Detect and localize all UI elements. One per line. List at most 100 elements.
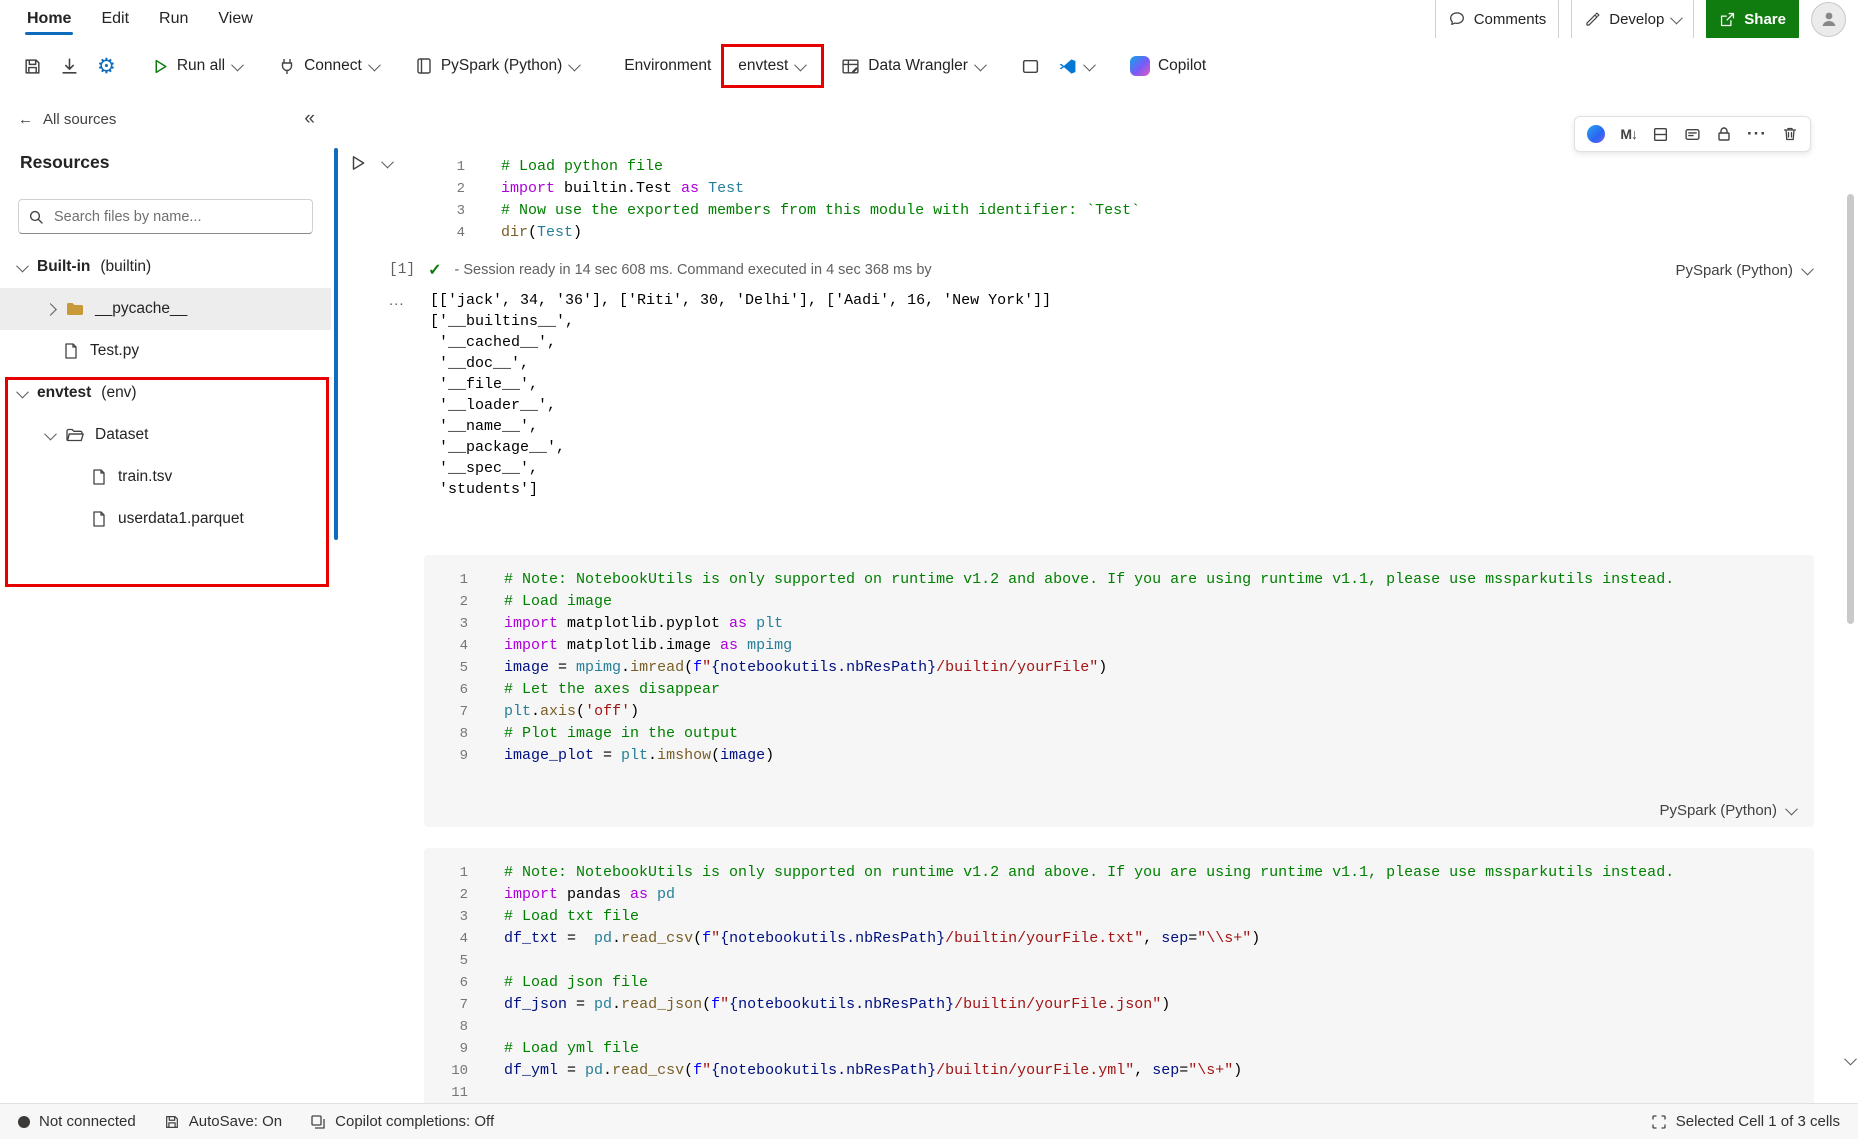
comments-label: Comments	[1473, 10, 1547, 28]
vertical-scrollbar[interactable]	[1844, 188, 1857, 1069]
tree-item-train[interactable]: train.tsv	[0, 456, 331, 498]
line-number: 7	[459, 997, 468, 1013]
collapse-sidebar-button[interactable]: «	[304, 108, 315, 130]
pencil-icon	[1586, 12, 1600, 26]
chevron-down-icon	[231, 58, 244, 71]
menu-bar-right: Comments Develop Share	[1434, 0, 1846, 41]
code-line: 3 # Load txt file	[424, 906, 1814, 928]
output-collapse-dots[interactable]: ...	[389, 292, 405, 309]
code-line: 2 import pandas as pd	[424, 884, 1814, 906]
develop-label: Develop	[1609, 10, 1665, 28]
chevron-down-icon[interactable]	[381, 155, 394, 168]
cell-2-code[interactable]: 1 # Note: NotebookUtils is only supported…	[424, 569, 1814, 767]
environment-value: envtest	[738, 57, 789, 74]
export-button[interactable]	[51, 49, 88, 84]
develop-button[interactable]: Develop	[1571, 0, 1695, 41]
line-number: 3	[456, 203, 465, 219]
line-number: 8	[459, 1019, 468, 1035]
notebook-toolbar: ⚙ Run all Connect PySpark (Python) Envir…	[0, 38, 1858, 95]
save-icon	[25, 58, 40, 74]
scrollbar-thumb[interactable]	[1847, 194, 1854, 624]
play-icon	[155, 59, 167, 73]
cell-1-status-row: [1] ✓ - Session ready in 14 sec 608 ms. …	[389, 260, 1814, 280]
resources-tree: Built-in (builtin) __pycache__ Test.py e…	[0, 246, 331, 540]
chevron-down-icon	[1083, 58, 1096, 71]
copilot-completions-status[interactable]: Copilot completions: Off	[310, 1113, 494, 1130]
all-sources-back-button[interactable]: ← All sources	[18, 111, 116, 128]
cell-1-code[interactable]: 1 # Load python file 2 import builtin.Test …	[421, 156, 1798, 244]
comments-button[interactable]: Comments	[1434, 0, 1560, 41]
account-avatar[interactable]	[1811, 1, 1846, 37]
line-number: 2	[459, 887, 468, 903]
copilot-cell-icon[interactable]	[1587, 125, 1606, 143]
cell-toolbar: M↓ ···	[1574, 116, 1811, 152]
run-all-button[interactable]: Run all	[143, 49, 251, 83]
testpy-label: Test.py	[90, 342, 140, 359]
cell-1-run-controls	[349, 154, 394, 172]
selection-icon	[1652, 1114, 1666, 1129]
split-cell-icon[interactable]	[1652, 126, 1669, 143]
tree-item-testpy[interactable]: Test.py	[0, 330, 331, 372]
cell-3[interactable]: 1 # Note: NotebookUtils is only supported…	[424, 848, 1814, 1104]
more-commands-icon[interactable]: ···	[1747, 124, 1767, 144]
search-input[interactable]	[52, 207, 303, 226]
code-line: 8	[424, 1016, 1814, 1038]
scroll-down-icon[interactable]	[1844, 1052, 1857, 1066]
run-cell-icon[interactable]	[349, 154, 367, 172]
pycache-label: __pycache__	[95, 300, 188, 317]
active-cell-indicator	[334, 148, 338, 540]
tree-item-builtin[interactable]: Built-in (builtin)	[0, 246, 331, 288]
environment-selector[interactable]: envtest	[729, 49, 814, 83]
chevron-down-icon	[1801, 262, 1814, 275]
kernel-selector[interactable]: PySpark (Python)	[406, 49, 588, 83]
tree-item-pycache[interactable]: __pycache__	[0, 288, 331, 330]
menu-home[interactable]: Home	[12, 2, 86, 36]
line-number: 7	[459, 704, 468, 720]
copilot-completions-label: Copilot completions: Off	[335, 1113, 495, 1130]
cell-1-kernel-picker[interactable]: PySpark (Python)	[1675, 262, 1814, 279]
cell-2-kernel-picker[interactable]: PySpark (Python)	[1659, 802, 1798, 819]
menu-edit[interactable]: Edit	[86, 2, 144, 36]
menu-view[interactable]: View	[203, 2, 267, 36]
tree-item-envtest[interactable]: envtest (env)	[0, 372, 331, 414]
autosave-status[interactable]: AutoSave: On	[164, 1113, 282, 1130]
line-number: 6	[459, 682, 468, 698]
share-button[interactable]: Share	[1706, 0, 1799, 41]
settings-button[interactable]: ⚙	[88, 48, 125, 85]
code-line: 9 image_plot = plt.imshow(image)	[424, 745, 1814, 767]
open-in-vscode-button[interactable]	[1049, 49, 1103, 84]
search-box[interactable]	[18, 199, 313, 234]
kernel-label: PySpark (Python)	[440, 57, 563, 74]
connection-status[interactable]: Not connected	[18, 1113, 136, 1130]
open-folder-icon	[66, 428, 84, 442]
code-line: 6 # Let the axes disappear	[424, 679, 1814, 701]
code-line: 2 import builtin.Test as Test	[421, 178, 1798, 200]
cell-2[interactable]: 1 # Note: NotebookUtils is only supported…	[424, 555, 1814, 827]
menu-items: Home Edit Run View	[12, 2, 268, 36]
tree-item-dataset[interactable]: Dataset	[0, 414, 331, 456]
menu-run[interactable]: Run	[144, 2, 203, 36]
card-icon[interactable]	[1684, 126, 1701, 143]
code-line: 7 df_json = pd.read_json(f"{notebookutils…	[424, 994, 1814, 1016]
layout-button[interactable]	[1012, 49, 1049, 84]
line-number: 9	[459, 748, 468, 764]
save-button[interactable]	[14, 49, 51, 84]
line-number: 9	[459, 1041, 468, 1057]
code-line: 5	[424, 950, 1814, 972]
connection-dot-icon	[18, 1115, 30, 1128]
code-line: 6 # Load json file	[424, 972, 1814, 994]
lock-cell-icon[interactable]	[1716, 126, 1732, 142]
data-wrangler-button[interactable]: Data Wrangler	[832, 49, 994, 84]
delete-cell-icon[interactable]	[1782, 126, 1798, 142]
dataset-label: Dataset	[95, 426, 149, 443]
connect-button[interactable]: Connect	[269, 49, 388, 83]
markdown-convert-icon[interactable]: M↓	[1620, 126, 1638, 142]
code-line: 4 dir(Test)	[421, 222, 1798, 244]
tree-item-userdata[interactable]: userdata1.parquet	[0, 498, 331, 540]
plug-icon	[281, 59, 293, 74]
code-line: 2 # Load image	[424, 591, 1814, 613]
chevron-down-icon	[44, 427, 57, 440]
copilot-button[interactable]: Copilot	[1121, 48, 1215, 84]
code-line: 1 # Load python file	[421, 156, 1798, 178]
cell-3-code[interactable]: 1 # Note: NotebookUtils is only supported…	[424, 862, 1814, 1104]
